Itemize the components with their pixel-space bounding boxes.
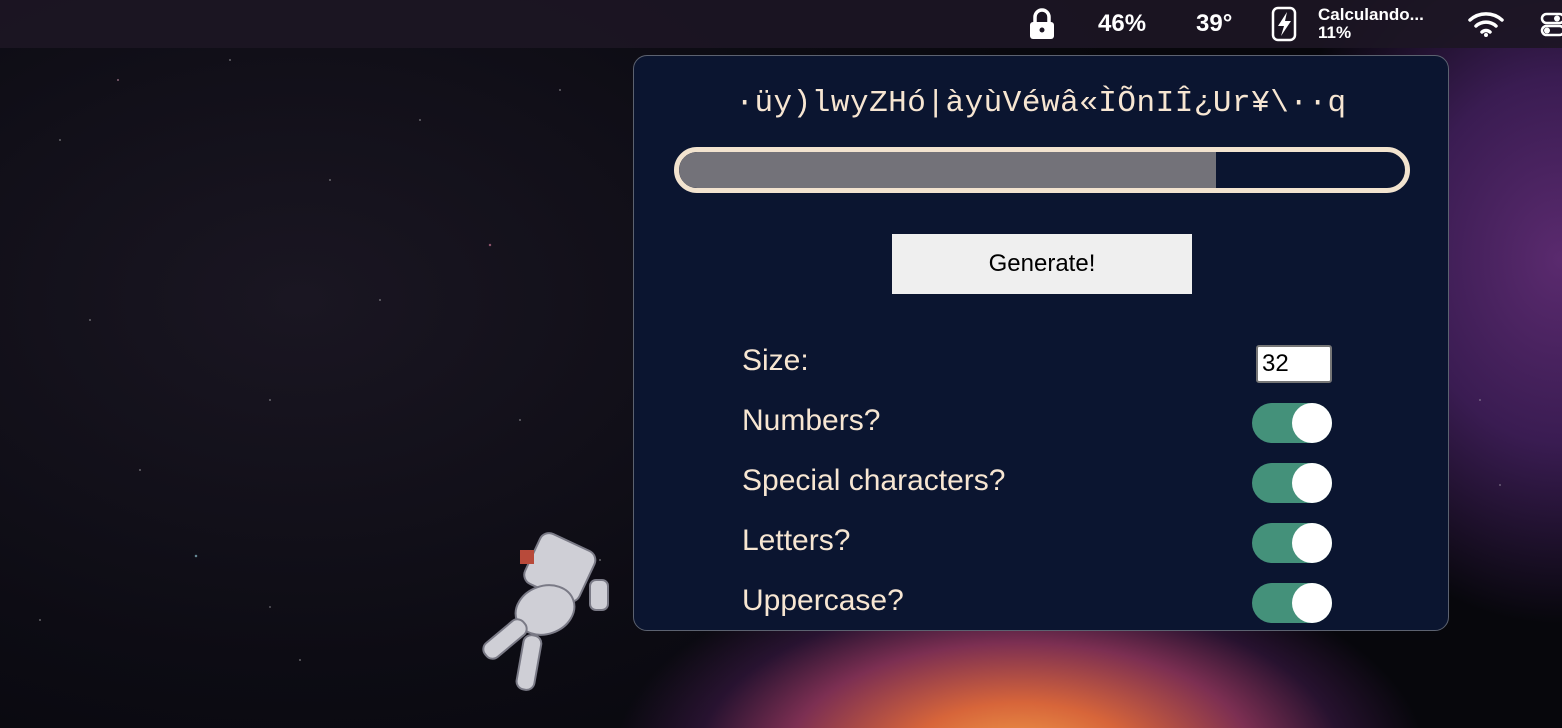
temperature-reading: 39° — [1196, 10, 1233, 37]
lock-icon[interactable] — [1028, 0, 1056, 48]
generate-button[interactable]: Generate! — [892, 234, 1192, 294]
numbers-label: Numbers? — [742, 404, 881, 437]
toggle-knob — [1292, 403, 1332, 443]
astronaut-illustration — [482, 532, 609, 691]
battery-status-percent: 11% — [1318, 23, 1352, 42]
generated-password[interactable]: ·üy)lwyZHó|àyùVéwâ«ÌÕnIÎ¿Ur¥\··q — [634, 86, 1448, 121]
password-strength-bar — [674, 147, 1410, 193]
letters-label: Letters? — [742, 524, 851, 557]
control-center-icon[interactable] — [1540, 0, 1562, 48]
battery-percent: 46% — [1098, 10, 1147, 37]
toggle-knob — [1292, 523, 1332, 563]
temperature-item[interactable]: 39° — [1196, 0, 1232, 48]
size-label: Size: — [742, 344, 809, 377]
password-strength-fill — [679, 152, 1217, 188]
battery-status-text: Calculando... — [1318, 5, 1424, 24]
uppercase-toggle[interactable] — [1252, 583, 1332, 623]
toggle-knob — [1292, 463, 1332, 503]
toggle-knob — [1292, 583, 1332, 623]
uppercase-label: Uppercase? — [742, 584, 904, 617]
menu-bar: 46% 39° Calculando... 11% — [0, 0, 1562, 48]
wifi-icon[interactable] — [1468, 0, 1504, 48]
letters-toggle[interactable] — [1252, 523, 1332, 563]
special-characters-label: Special characters? — [742, 464, 1006, 497]
size-input[interactable] — [1256, 345, 1332, 383]
numbers-toggle[interactable] — [1252, 403, 1332, 443]
battery-charging-icon[interactable] — [1270, 0, 1300, 48]
special-characters-toggle[interactable] — [1252, 463, 1332, 503]
password-generator-popover: ·üy)lwyZHó|àyùVéwâ«ÌÕnIÎ¿Ur¥\··q Generat… — [633, 55, 1449, 631]
battery-percent-item[interactable]: 46% — [1098, 0, 1146, 48]
battery-status-item[interactable]: Calculando... 11% — [1318, 0, 1424, 48]
